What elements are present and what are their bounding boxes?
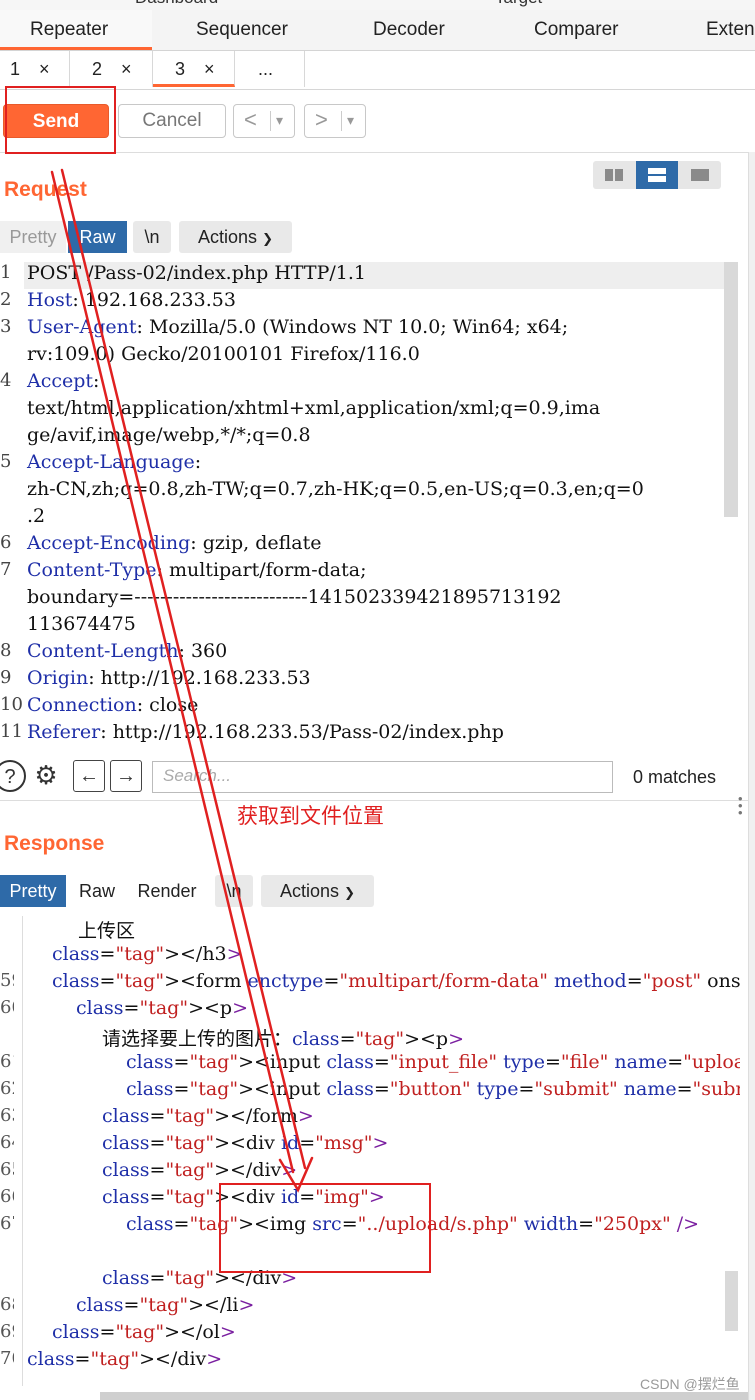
annotation-arrows [50, 168, 314, 1193]
arrow-line-2 [60, 168, 307, 1170]
watermark: CSDN @摆烂鱼 [640, 1376, 740, 1392]
arrow-head-icon [278, 1156, 314, 1193]
arrow-line-1 [50, 170, 295, 1174]
